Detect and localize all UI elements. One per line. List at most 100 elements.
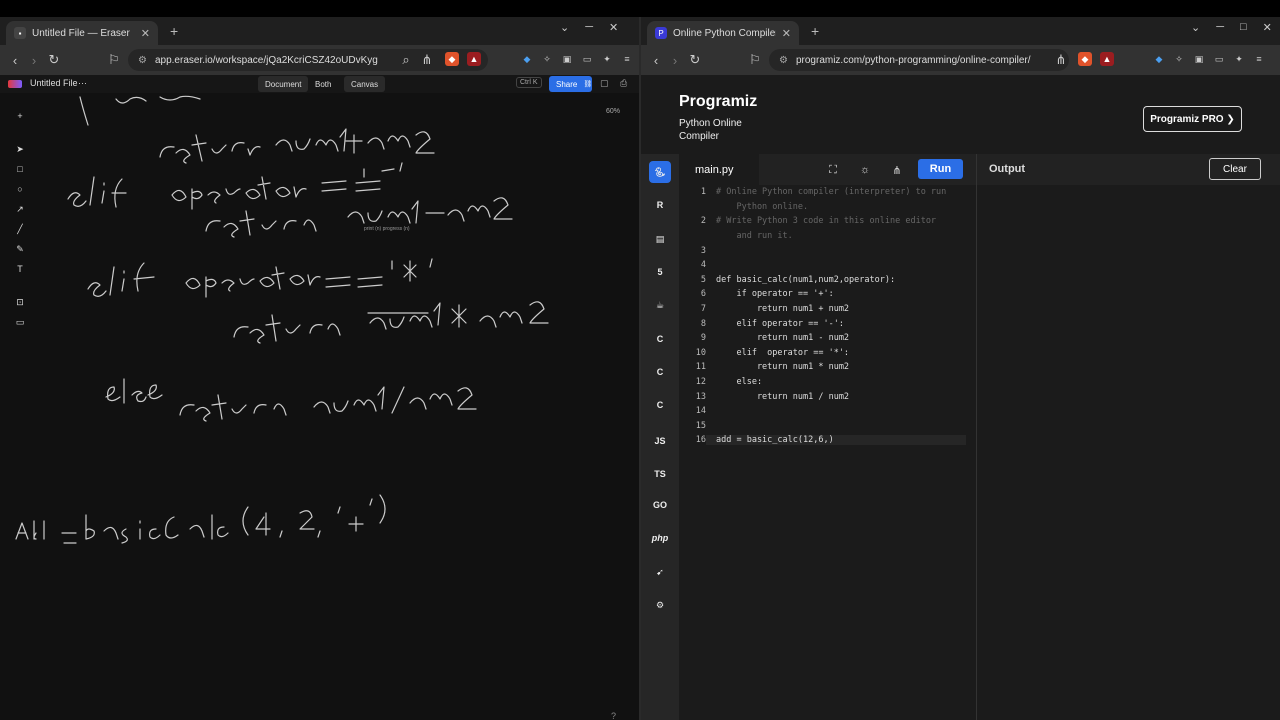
code-line[interactable]: 11 return num1 * num2 xyxy=(679,360,976,375)
output-toolbar: Output Clear xyxy=(977,154,1280,185)
drawing-canvas[interactable]: print (n) progress (n) xyxy=(0,17,640,720)
go-icon[interactable]: GO xyxy=(649,494,671,516)
run-button[interactable]: Run xyxy=(918,159,963,179)
output-panel: Output Clear xyxy=(976,154,1280,720)
cpp-icon[interactable]: C xyxy=(649,361,671,383)
html-icon[interactable]: 5 xyxy=(649,261,671,283)
line-text[interactable]: Python online. xyxy=(706,202,808,212)
code-line[interactable]: 5 def basic_calc(num1,num2,operator): xyxy=(679,273,976,288)
right-url-field[interactable]: ⚙ programiz.com/python-programming/onlin… xyxy=(769,49,1069,71)
code-line[interactable]: 14 xyxy=(679,404,976,419)
chevron-down-icon-2[interactable]: ⌄ xyxy=(1191,21,1200,34)
line-text[interactable]: elif operator == '*': xyxy=(706,348,849,358)
ink-equals xyxy=(61,532,77,544)
code-lines[interactable]: 1 # Online Python compiler (interpreter) … xyxy=(679,185,976,448)
line-text[interactable]: return num1 * num2 xyxy=(706,362,849,372)
line-text[interactable]: return num1 - num2 xyxy=(706,333,849,343)
line-text[interactable]: return num1 + num2 xyxy=(706,304,849,314)
line-number: 4 xyxy=(700,260,706,271)
java-icon[interactable]: ☕︎ xyxy=(649,294,671,316)
clear-button[interactable]: Clear xyxy=(1209,158,1261,180)
code-line[interactable]: 12 else: xyxy=(679,375,976,390)
window-controls-2: ⌄ ─ □ ✕ xyxy=(1191,21,1272,34)
extension-icon-2[interactable]: ◆ xyxy=(1152,52,1166,66)
ink-num1-minus-num2 xyxy=(347,197,513,224)
leo-icon-2[interactable]: ✦ xyxy=(1232,52,1246,66)
ink-elif-1 xyxy=(67,176,127,208)
line-number: 10 xyxy=(695,347,706,358)
language-rail: 🐍︎ R ▤ 5 ☕︎ C C C JS TS GO php ➹ ⚙ xyxy=(641,154,679,720)
sql-icon[interactable]: ▤ xyxy=(649,228,671,250)
code-line[interactable]: 4 xyxy=(679,258,976,273)
fullscreen-icon[interactable]: ⛶ xyxy=(824,161,842,179)
line-text[interactable]: elif operator == '-': xyxy=(706,319,843,329)
line-number: 11 xyxy=(695,362,706,373)
wallet-icon-2[interactable]: ▭ xyxy=(1212,52,1226,66)
sidebar-icon-2[interactable]: ▣ xyxy=(1192,52,1206,66)
programiz-logo[interactable]: Programiz xyxy=(679,93,757,111)
line-text[interactable]: def basic_calc(num1,num2,operator): xyxy=(706,275,895,285)
menu-icon-2[interactable]: ≡ xyxy=(1252,52,1266,66)
line-text[interactable]: if operator == '+': xyxy=(706,289,833,299)
puzzle-icon-2[interactable]: ✧ xyxy=(1172,52,1186,66)
ink-caption: print (n) progress (n) xyxy=(364,226,410,232)
swift-icon[interactable]: ➹ xyxy=(649,561,671,583)
share-page-icon-2[interactable]: ⋔ xyxy=(1051,52,1071,68)
ink-args xyxy=(242,494,386,538)
line-text[interactable]: add = basic_calc(12,6,) xyxy=(706,435,966,446)
brave-rewards-icon-2[interactable]: ▲ xyxy=(1100,52,1114,66)
programiz-window: P Online Python Compiler (Int ✕ + ⌄ ─ □ … xyxy=(641,17,1280,720)
reload-icon-2[interactable]: ↻ xyxy=(685,52,705,68)
ink-else xyxy=(105,378,163,404)
ink-num1-plus-num2 xyxy=(275,128,435,154)
code-line[interactable]: 15 xyxy=(679,419,976,434)
theme-toggle-icon[interactable]: ☼ xyxy=(856,161,874,179)
csharp-icon[interactable]: C xyxy=(649,394,671,416)
ink-operator-1 xyxy=(171,176,307,210)
line-text[interactable]: else: xyxy=(706,377,762,387)
minimize-icon-2[interactable]: ─ xyxy=(1216,21,1224,34)
python-icon[interactable]: 🐍︎ xyxy=(649,161,671,183)
line-number: 6 xyxy=(700,289,706,300)
screen: ▪ Untitled File — Eraser ✕ + ⌄ ─ ✕ ‹ › ↻… xyxy=(0,0,1280,720)
close-tab-icon-2[interactable]: ✕ xyxy=(782,27,791,40)
line-text[interactable]: and run it. xyxy=(706,231,792,241)
forward-icon-2[interactable]: › xyxy=(665,53,685,68)
line-number: 16 xyxy=(695,435,706,446)
ink-num1-times-num2 xyxy=(369,301,549,330)
brave-shield-icon-2[interactable]: ◆ xyxy=(1078,52,1092,66)
line-text[interactable]: # Online Python compiler (interpreter) t… xyxy=(706,187,946,197)
code-line[interactable]: 13 return num1 / num2 xyxy=(679,389,976,404)
programiz-header: Programiz Python Online Compiler Program… xyxy=(641,75,1280,154)
code-line[interactable]: 6 if operator == '+': xyxy=(679,287,976,302)
output-label: Output xyxy=(989,163,1026,175)
code-line[interactable]: Python online. xyxy=(679,200,976,215)
programiz-pro-button[interactable]: Programiz PRO ❯ xyxy=(1143,106,1242,132)
file-tab-main-py[interactable]: main.py xyxy=(679,154,759,185)
c-icon[interactable]: C xyxy=(649,328,671,350)
code-line[interactable]: 10 elif operator == '*': xyxy=(679,346,976,361)
code-line[interactable]: 3 xyxy=(679,243,976,258)
rust-icon[interactable]: ⚙ xyxy=(649,594,671,616)
ts-icon[interactable]: TS xyxy=(649,463,671,485)
code-line[interactable]: and run it. xyxy=(679,229,976,244)
new-tab-icon-2[interactable]: + xyxy=(811,23,819,39)
share-icon[interactable]: ⋔ xyxy=(888,161,906,179)
maximize-icon[interactable]: □ xyxy=(1240,21,1247,34)
code-line[interactable]: 1 # Online Python compiler (interpreter) … xyxy=(679,185,976,200)
php-icon[interactable]: php xyxy=(649,527,671,549)
code-line[interactable]: 2 # Write Python 3 code in this online ed… xyxy=(679,214,976,229)
js-icon[interactable]: JS xyxy=(649,430,671,452)
r-icon[interactable]: R xyxy=(649,194,671,216)
code-line[interactable]: 8 elif operator == '-': xyxy=(679,316,976,331)
line-text[interactable]: # Write Python 3 code in this online edi… xyxy=(706,216,936,226)
close-window-icon-2[interactable]: ✕ xyxy=(1263,21,1272,34)
programiz-tab[interactable]: P Online Python Compiler (Int ✕ xyxy=(647,21,799,45)
programiz-favicon-icon: P xyxy=(655,27,667,39)
bookmark-icon-2[interactable]: ⚐ xyxy=(745,52,765,68)
code-line[interactable]: 16 add = basic_calc(12,6,) xyxy=(679,433,976,448)
line-text[interactable]: return num1 / num2 xyxy=(706,392,849,402)
code-line[interactable]: 7 return num1 + num2 xyxy=(679,302,976,317)
back-icon-2[interactable]: ‹ xyxy=(646,53,666,68)
code-line[interactable]: 9 return num1 - num2 xyxy=(679,331,976,346)
